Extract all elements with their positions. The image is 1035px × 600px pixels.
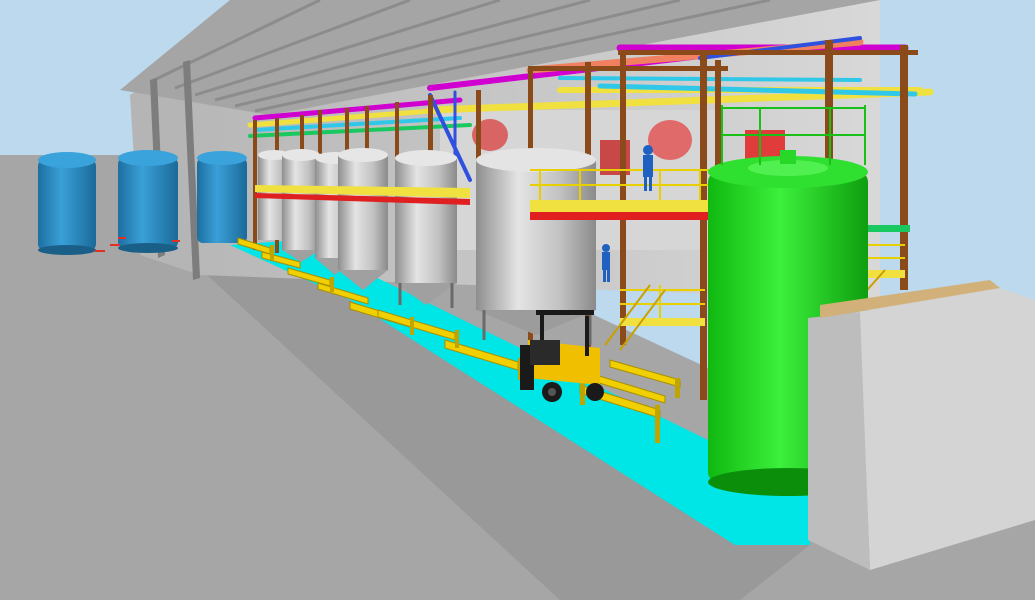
vertical-storage-tank-icon — [38, 152, 96, 255]
vertical-storage-tank-icon — [197, 151, 247, 243]
conical-bottom-tank-icon — [282, 149, 320, 262]
conical-bottom-tank-icon — [395, 150, 457, 305]
foreground-wall — [808, 280, 1035, 570]
plant-3d-scene — [0, 0, 1035, 600]
conical-bottom-tank-icon — [338, 148, 388, 290]
vertical-storage-tank-icon — [118, 150, 178, 253]
conical-bottom-tank-icon — [476, 148, 596, 335]
worker-figure-icon — [602, 244, 610, 282]
